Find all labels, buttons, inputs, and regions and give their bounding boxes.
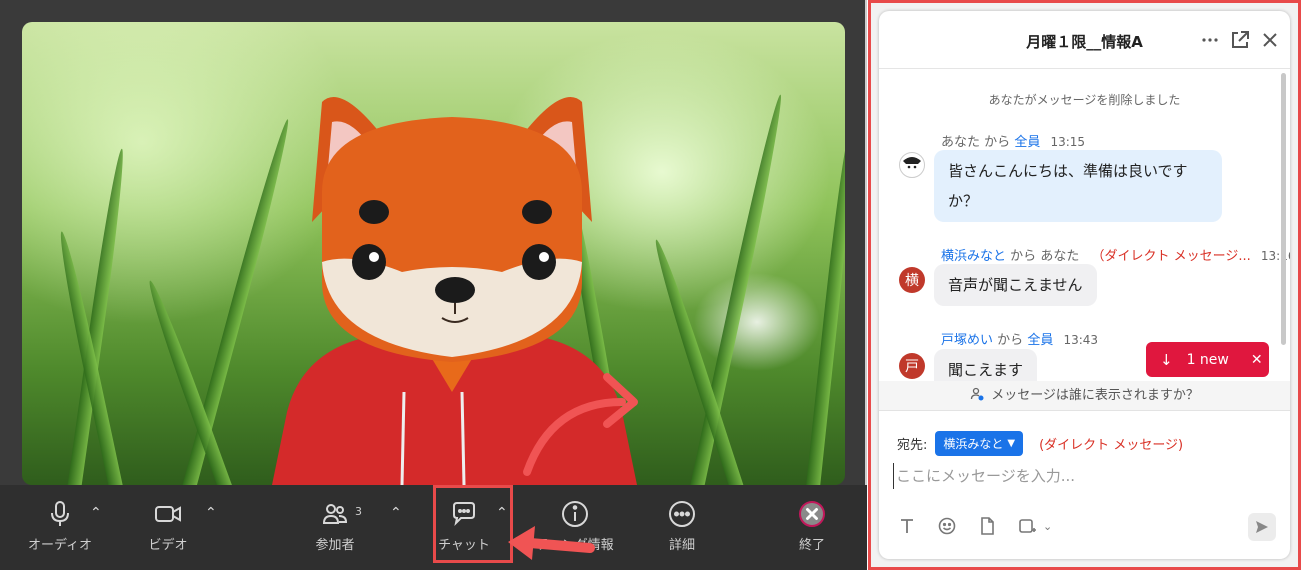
chat-header: 月曜１限__情報A [879,11,1290,69]
send-icon [1256,521,1268,533]
to-label: 宛先: [897,438,928,453]
person-question-icon [970,387,984,401]
annotation-arrow-icon [508,526,595,560]
message-sender[interactable]: 横浜みなと [941,249,1006,264]
end-meeting-button[interactable]: 終了 [780,493,844,557]
avatar: 戸 [899,353,925,379]
end-call-icon [799,501,825,527]
message-meta: あなた から 全員 13:15 [941,131,1085,150]
message-input[interactable] [893,463,1273,489]
visibility-info[interactable]: メッセージは誰に表示されますか？ [879,381,1290,411]
message-recipient[interactable]: 全員 [1014,135,1040,150]
chevron-down-icon: ▼ [1007,438,1016,449]
avatar: 横 [899,267,925,293]
audio-options-caret-icon[interactable]: ⌃ [90,505,102,521]
message-sender[interactable]: 戸塚めい [941,333,993,348]
fox-avatar [272,97,638,485]
more-dots-icon [669,501,695,527]
microphone-icon [51,501,69,526]
more-options-icon[interactable] [1199,29,1221,51]
system-message: あなたがメッセージを削除しました [988,93,1181,107]
message-text: 音声が聞こえません [948,276,1083,294]
message-meta: 戸塚めい から 全員 13:43 [941,329,1098,348]
message-text-line: か？ [948,192,979,210]
recipient-row: 宛先: 横浜みなと ▼ (ダイレクト メッセージ) [897,431,1183,456]
message-text-line: 皆さんこんにちは、準備は良いです [948,162,1188,180]
message-recipient[interactable]: 全員 [1027,333,1053,348]
video-feed [22,22,845,485]
compose-tools: ⌄ [897,516,1052,536]
message-meta: 横浜みなと から あなた （ダイレクト メッセージ... 13:16 [941,245,1290,264]
message-sender: あなた [941,135,981,150]
file-icon[interactable] [977,516,997,536]
chat-panel: 月曜１限__情報A あなたがメッセージを削除しました あなた から 全員 13:… [879,11,1290,559]
message-time: 13:43 [1063,333,1099,347]
new-message-label: 1 new [1186,351,1229,368]
arrow-down-icon: ↓ [1160,350,1173,369]
new-message-pill[interactable]: ↓ 1 new ✕ [1146,342,1269,377]
close-icon[interactable] [1259,29,1281,51]
message-time: 13:15 [1050,135,1086,149]
participants-options-caret-icon[interactable]: ⌃ [390,505,402,521]
chat-panel-highlight: 月曜１限__情報A あなたがメッセージを削除しました あなた から 全員 13:… [868,0,1301,570]
audio-button[interactable]: オーディオ [28,493,92,557]
message-recipient: あなた [1040,249,1080,264]
message-list[interactable]: あなたがメッセージを削除しました あなた から 全員 13:15 皆さんこんにち… [879,69,1290,381]
audio-label: オーディオ [27,538,93,553]
video-button[interactable]: ビデオ [136,493,200,557]
participants-label: 参加者 [315,538,355,553]
more-label: 詳細 [668,538,695,553]
scrollbar[interactable] [1281,73,1286,345]
participants-button[interactable]: 参加者 [303,493,367,557]
send-button[interactable] [1248,513,1276,541]
message-text: 聞こえます [948,361,1024,379]
text-format-icon[interactable] [897,516,917,536]
message-bubble[interactable]: 皆さんこんにちは、準備は良いです か？ [934,150,1222,222]
more-button[interactable]: 詳細 [650,493,714,557]
end-label: 終了 [798,538,825,553]
visibility-text: メッセージは誰に表示されますか？ [991,388,1199,403]
video-camera-icon [155,506,181,522]
dm-note: (ダイレクト メッセージ) [1039,438,1184,453]
recipient-name: 横浜みなと [943,437,1004,451]
participants-count: 3 [355,505,362,518]
user-avatar-icon [901,154,923,176]
dm-indicator: （ダイレクト メッセージ... [1091,249,1251,264]
pop-out-icon[interactable] [1229,29,1251,51]
message-bubble[interactable]: 音声が聞こえません [934,264,1097,306]
participants-icon [322,504,348,524]
screenshot-icon[interactable] [1017,516,1037,536]
message-from: から [1010,249,1037,264]
emoji-icon[interactable] [937,516,957,536]
dismiss-icon[interactable]: ✕ [1251,352,1263,368]
message-from: から [984,135,1011,150]
message-bubble[interactable]: 聞こえます [934,349,1038,381]
video-label: ビデオ [148,538,188,553]
chevron-down-icon[interactable]: ⌄ [1043,520,1052,533]
message-from: から [997,333,1024,348]
video-options-caret-icon[interactable]: ⌃ [205,505,217,521]
meeting-window: オーディオ ⌃ ビデオ ⌃ 参加者 3 ⌃ チャット ⌃ 詳細 終了 [0,0,867,570]
avatar [899,152,925,178]
recipient-dropdown[interactable]: 横浜みなと ▼ [935,431,1024,456]
